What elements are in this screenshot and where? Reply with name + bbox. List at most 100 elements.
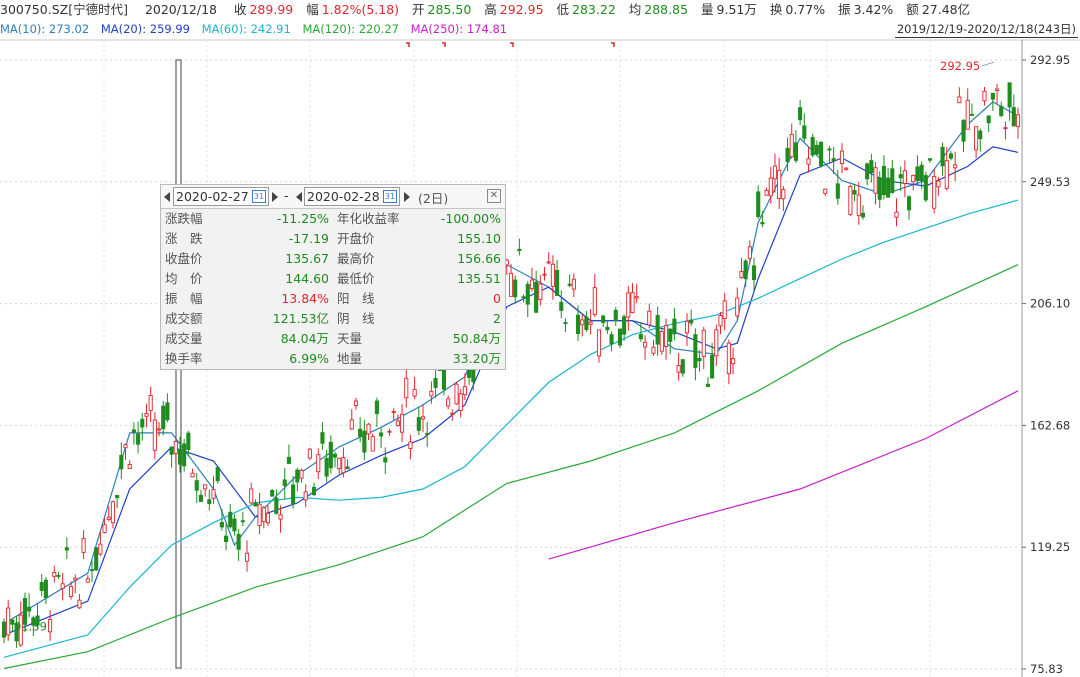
candle-body	[425, 432, 430, 435]
stat-row: 涨跌幅 -11.25% 年化收益率 -100.00%	[161, 209, 505, 229]
candle-body	[705, 383, 710, 388]
high-pointer	[981, 61, 995, 67]
candle-body	[785, 148, 790, 163]
event-marker	[611, 42, 615, 47]
candle-body	[814, 144, 819, 155]
interval-stats-popup[interactable]: 2020-02-27 31 - 2020-02-28 31 (2日) ✕ 涨跌幅…	[160, 184, 506, 370]
stat-value: 50.84万	[452, 331, 501, 346]
next-start-arrow-icon[interactable]	[272, 192, 278, 202]
prev-end-arrow-icon[interactable]	[296, 192, 302, 202]
y-tick-label: 206.10	[1030, 297, 1070, 311]
candle-body	[693, 334, 698, 368]
calendar-icon[interactable]: 31	[252, 190, 266, 203]
candle-body	[898, 174, 903, 179]
candle-body	[249, 488, 254, 504]
turnover-label: 换	[769, 2, 783, 17]
candle-body	[148, 395, 153, 411]
open-label: 开	[412, 2, 425, 17]
candle-body	[224, 535, 229, 543]
candle-body	[802, 125, 807, 139]
candle-body	[718, 315, 723, 327]
candle-body	[27, 606, 32, 612]
ma60-label: MA(60): 242.91	[201, 22, 291, 36]
candle-body	[697, 357, 702, 362]
stat-value: -100.00%	[440, 211, 501, 226]
next-end-arrow-icon[interactable]	[404, 192, 410, 202]
candle-body	[420, 416, 426, 420]
stat-value: 135.51	[457, 271, 501, 286]
event-marker	[406, 42, 410, 47]
candle-body	[110, 501, 115, 524]
candle-body	[575, 314, 581, 335]
candle-body	[563, 322, 568, 325]
stat-label: 阳 线	[337, 291, 375, 306]
high-label: 高	[484, 2, 497, 17]
candle-body	[957, 96, 962, 104]
date-range-label[interactable]: 2019/12/19-2020/12/18(243日)	[894, 22, 1078, 38]
stat-row: 均 价 144.60 最低价 135.51	[161, 269, 505, 289]
avg-value: 288.85	[644, 2, 689, 17]
candle-body	[852, 190, 857, 195]
stat-value: 155.10	[457, 231, 501, 246]
candle-body	[844, 167, 849, 170]
series-line-ma10	[3, 101, 1019, 625]
candle-body	[881, 165, 886, 195]
close-icon[interactable]: ✕	[487, 189, 501, 203]
candle-body	[580, 319, 585, 326]
candle-body	[182, 443, 187, 467]
candle-body	[295, 469, 300, 483]
candle-body	[140, 418, 145, 428]
candle-body	[848, 186, 853, 215]
candle-body	[529, 279, 535, 290]
candle-body	[52, 571, 57, 577]
candle-body	[366, 423, 371, 435]
start-date-value: 2020-02-27	[176, 189, 249, 204]
prev-start-arrow-icon[interactable]	[164, 192, 170, 202]
candle-body	[43, 579, 48, 599]
candle-body	[458, 393, 463, 411]
candle-body	[106, 516, 111, 520]
candle-body	[1011, 107, 1016, 127]
candle-body	[400, 413, 405, 433]
candle-body	[915, 166, 920, 181]
stat-row: 成交量 84.04万 天量 50.84万	[161, 329, 505, 349]
candle-body	[764, 189, 769, 196]
start-date-field[interactable]: 2020-02-27 31	[173, 187, 269, 206]
candle-body	[932, 175, 937, 209]
candle-body	[198, 494, 203, 502]
candle-body	[668, 328, 673, 342]
candle-body	[542, 273, 547, 276]
stat-value: 121.53亿	[272, 311, 329, 326]
stat-value: 2	[493, 311, 501, 326]
calendar-icon[interactable]: 31	[383, 190, 397, 203]
close-label: 收	[233, 2, 247, 17]
stat-label: 年化收益率	[337, 211, 400, 226]
stat-label: 涨跌幅	[165, 211, 203, 226]
candle-body	[768, 177, 773, 197]
candle-body	[215, 467, 220, 482]
candle-body	[265, 512, 271, 524]
candle-body	[446, 398, 451, 407]
candle-body	[613, 309, 618, 322]
candle-body	[513, 279, 518, 298]
candle-body	[429, 390, 434, 397]
candle-body	[886, 177, 891, 198]
candle-body	[299, 469, 304, 479]
end-date-field[interactable]: 2020-02-28 31	[304, 187, 400, 206]
stat-row: 涨 跌 -17.19 开盘价 155.10	[161, 229, 505, 249]
candle-body	[647, 310, 652, 326]
candle-body	[571, 278, 576, 290]
candle-body	[387, 430, 392, 433]
candle-body	[349, 419, 354, 430]
high-annotation: 292.95	[940, 59, 980, 73]
series-line-ma250	[548, 390, 1019, 560]
stat-label: 收盘价	[165, 251, 203, 266]
stat-label: 地量	[337, 351, 363, 366]
candle-body	[798, 107, 803, 121]
quote-date: 2020/12/18	[144, 2, 217, 17]
candle-body	[819, 141, 824, 166]
candle-body	[714, 329, 719, 357]
candle-body	[1007, 82, 1012, 108]
ma120-label: MA(120): 220.27	[302, 22, 399, 36]
candle-body	[60, 583, 65, 589]
